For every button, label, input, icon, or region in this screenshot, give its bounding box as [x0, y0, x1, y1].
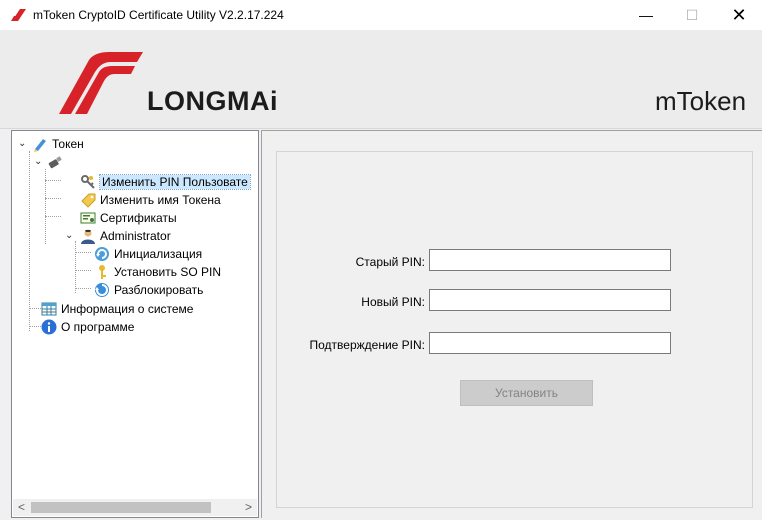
tree-item-certificates[interactable]: Сертификаты: [80, 209, 177, 227]
keys-icon: [81, 175, 95, 189]
horizontal-scrollbar[interactable]: < >: [13, 499, 257, 516]
key-icon: [99, 265, 106, 279]
tree-item-label: Токен: [52, 137, 84, 151]
longmai-logo-mark: [59, 52, 143, 114]
admin-user-icon: [81, 229, 95, 244]
navigation-tree: ⌄ Токен ⌄ Изменить PIN Пользовате Измени…: [11, 130, 259, 518]
set-pin-button[interactable]: Установить: [460, 380, 593, 406]
tree-item-change-pin[interactable]: Изменить PIN Пользовате: [80, 173, 251, 191]
tree-connector: [75, 288, 91, 289]
tree-connector: [29, 151, 30, 331]
tree-item-label: О программе: [61, 320, 135, 334]
tree-item-system-info[interactable]: Информация о системе: [41, 300, 193, 318]
tree-item-initialize[interactable]: Инициализация: [94, 245, 202, 263]
tree-connector: [45, 216, 61, 217]
scroll-left-icon[interactable]: <: [13, 499, 30, 516]
tree-item-about[interactable]: О программе: [41, 318, 134, 336]
window-title: mToken CryptoID Certificate Utility V2.2…: [33, 8, 284, 22]
table-icon: [41, 302, 57, 316]
app-logo-icon: [11, 9, 26, 21]
scrollbar-thumb[interactable]: [31, 502, 211, 513]
collapse-chevron-icon[interactable]: ⌄: [65, 231, 74, 241]
tree-item-unblock[interactable]: Разблокировать: [94, 281, 203, 299]
tree-item-administrator[interactable]: Administrator: [80, 227, 171, 245]
certificate-icon: [80, 212, 96, 224]
tree-item-label: Сертификаты: [100, 211, 177, 225]
info-icon: [41, 319, 57, 335]
scroll-right-icon[interactable]: >: [240, 499, 257, 516]
tree-item-label: Administrator: [100, 229, 171, 243]
title-bar: mToken CryptoID Certificate Utility V2.2…: [0, 0, 762, 30]
change-pin-form: Старый PIN: Новый PIN: Подтверждение PIN…: [276, 151, 753, 508]
tree-item-label: Установить SO PIN: [114, 265, 221, 279]
tree-item-device[interactable]: [47, 153, 67, 171]
brand-banner: LONGMAi mToken: [0, 30, 762, 129]
tag-icon: [81, 193, 96, 208]
tree-item-token[interactable]: Токен: [32, 135, 84, 153]
unblock-icon: [95, 283, 109, 297]
old-pin-label: Старый PIN:: [355, 255, 425, 269]
close-button[interactable]: ✕: [716, 0, 762, 30]
maximize-button[interactable]: ☐: [669, 0, 715, 30]
tree-item-label: Разблокировать: [114, 283, 204, 297]
tree-item-rename-token[interactable]: Изменить имя Токена: [80, 191, 221, 209]
new-pin-label: Новый PIN:: [361, 295, 425, 309]
tree-item-label: Инициализация: [114, 247, 203, 261]
collapse-chevron-icon[interactable]: ⌄: [18, 139, 27, 149]
tree-connector: [45, 180, 61, 181]
refresh-icon: [95, 247, 109, 261]
new-pin-input[interactable]: [429, 289, 671, 311]
tree-item-label: Изменить имя Токена: [100, 193, 221, 207]
brand-name: LONGMAi: [147, 86, 278, 116]
tree-item-set-so-pin[interactable]: Установить SO PIN: [94, 263, 221, 281]
usb-token-icon: [48, 156, 62, 169]
token-pen-icon: [34, 139, 46, 152]
tree-connector: [75, 270, 91, 271]
tree-item-label: Изменить PIN Пользовате: [99, 174, 251, 190]
confirm-pin-input[interactable]: [429, 332, 671, 354]
tree-connector: [75, 252, 91, 253]
old-pin-input[interactable]: [429, 249, 671, 271]
tree-item-label: Информация о системе: [61, 302, 194, 316]
tree-connector: [75, 241, 76, 293]
confirm-pin-label: Подтверждение PIN:: [309, 338, 426, 352]
collapse-chevron-icon[interactable]: ⌄: [34, 157, 43, 167]
tree-connector: [45, 198, 61, 199]
minimize-button[interactable]: —: [623, 0, 669, 30]
content-panel: Старый PIN: Новый PIN: Подтверждение PIN…: [261, 130, 762, 518]
product-name: mToken: [655, 86, 747, 116]
